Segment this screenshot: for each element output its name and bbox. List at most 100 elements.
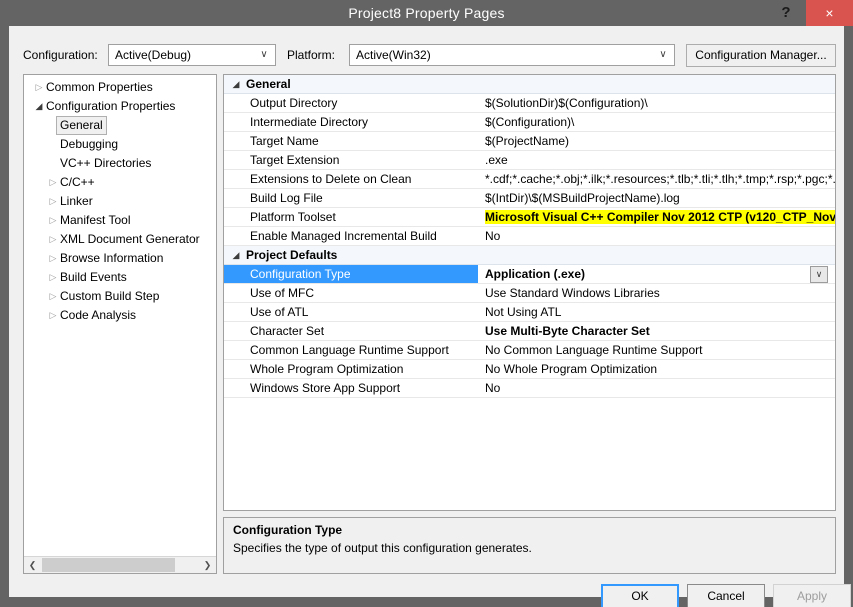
property-name: Enable Managed Incremental Build bbox=[224, 227, 478, 245]
property-value[interactable]: .exe bbox=[478, 151, 835, 169]
triangle-right-icon[interactable]: ▷ bbox=[46, 173, 60, 192]
property-row[interactable]: Enable Managed Incremental BuildNo bbox=[224, 227, 835, 246]
configuration-bar: Configuration: Active(Debug) ∨ Platform:… bbox=[9, 26, 844, 70]
triangle-down-icon[interactable]: ◢ bbox=[32, 97, 46, 116]
triangle-right-icon[interactable]: ▷ bbox=[46, 230, 60, 249]
tree-indent bbox=[24, 99, 32, 113]
property-name: Extensions to Delete on Clean bbox=[224, 170, 478, 188]
triangle-down-icon[interactable]: ◢ bbox=[230, 75, 242, 94]
property-row[interactable]: Use of ATLNot Using ATL bbox=[224, 303, 835, 322]
sidebar-item-label: Code Analysis bbox=[60, 306, 136, 325]
tree-indent bbox=[24, 232, 46, 246]
property-value[interactable]: Use Standard Windows Libraries bbox=[478, 284, 835, 302]
property-row[interactable]: Windows Store App SupportNo bbox=[224, 379, 835, 398]
property-row[interactable]: Configuration TypeApplication (.exe)∨ bbox=[224, 265, 835, 284]
property-row[interactable]: Intermediate Directory$(Configuration)\ bbox=[224, 113, 835, 132]
property-row[interactable]: Use of MFCUse Standard Windows Libraries bbox=[224, 284, 835, 303]
ok-button[interactable]: OK bbox=[601, 584, 679, 607]
property-row[interactable]: Build Log File$(IntDir)\$(MSBuildProject… bbox=[224, 189, 835, 208]
property-value-highlighted: Microsoft Visual C++ Compiler Nov 2012 C… bbox=[485, 210, 835, 224]
triangle-right-icon[interactable]: ▷ bbox=[46, 306, 60, 325]
triangle-right-icon[interactable]: ▷ bbox=[46, 192, 60, 211]
property-value[interactable]: Use Multi-Byte Character Set bbox=[478, 322, 835, 340]
sidebar-item-custom-build-step[interactable]: ▷Custom Build Step bbox=[24, 287, 216, 306]
sidebar-item-code-analysis[interactable]: ▷Code Analysis bbox=[24, 306, 216, 325]
tree-indent bbox=[24, 175, 46, 189]
sidebar-item-general[interactable]: ·General bbox=[24, 116, 216, 135]
property-group-header[interactable]: ◢Project Defaults bbox=[224, 246, 835, 265]
property-value[interactable]: No bbox=[478, 379, 835, 397]
description-panel: Configuration Type Specifies the type of… bbox=[223, 517, 836, 574]
chevron-down-icon: ∨ bbox=[656, 45, 670, 65]
property-row[interactable]: Target Extension.exe bbox=[224, 151, 835, 170]
property-name: Platform Toolset bbox=[224, 208, 478, 226]
property-name: Target Extension bbox=[224, 151, 478, 169]
platform-label: Platform: bbox=[287, 48, 335, 62]
property-value[interactable]: Application (.exe) bbox=[478, 265, 835, 283]
sidebar-item-label: Debugging bbox=[60, 135, 118, 154]
property-value[interactable]: Microsoft Visual C++ Compiler Nov 2012 C… bbox=[478, 208, 835, 226]
property-value[interactable]: $(ProjectName) bbox=[478, 132, 835, 150]
cancel-button[interactable]: Cancel bbox=[687, 584, 765, 607]
triangle-right-icon[interactable]: ▷ bbox=[46, 287, 60, 306]
close-icon[interactable]: × bbox=[806, 0, 853, 26]
title-bar: Project8 Property Pages ? × bbox=[0, 0, 853, 26]
scroll-left-icon[interactable]: ❮ bbox=[24, 557, 41, 573]
chevron-down-icon: ∨ bbox=[257, 45, 271, 65]
sidebar-item-browse-information[interactable]: ▷Browse Information bbox=[24, 249, 216, 268]
apply-button[interactable]: Apply bbox=[773, 584, 851, 607]
triangle-right-icon[interactable]: ▷ bbox=[46, 211, 60, 230]
property-row[interactable]: Output Directory$(SolutionDir)$(Configur… bbox=[224, 94, 835, 113]
property-name: Target Name bbox=[224, 132, 478, 150]
sidebar-item-common-properties[interactable]: ▷Common Properties bbox=[24, 78, 216, 97]
tree-indent bbox=[24, 156, 46, 170]
triangle-right-icon[interactable]: ▷ bbox=[32, 78, 46, 97]
platform-combobox-value: Active(Win32) bbox=[356, 45, 431, 65]
scrollbar-thumb[interactable] bbox=[42, 558, 175, 572]
property-row[interactable]: Character SetUse Multi-Byte Character Se… bbox=[224, 322, 835, 341]
property-row[interactable]: Whole Program OptimizationNo Whole Progr… bbox=[224, 360, 835, 379]
property-group-header[interactable]: ◢General bbox=[224, 75, 835, 94]
property-value[interactable]: *.cdf;*.cache;*.obj;*.ilk;*.resources;*.… bbox=[478, 170, 835, 188]
property-value[interactable]: No Common Language Runtime Support bbox=[478, 341, 835, 359]
configuration-combobox[interactable]: Active(Debug) ∨ bbox=[108, 44, 276, 66]
property-row[interactable]: Common Language Runtime SupportNo Common… bbox=[224, 341, 835, 360]
triangle-down-icon[interactable]: ◢ bbox=[230, 246, 242, 265]
property-value[interactable]: Not Using ATL bbox=[478, 303, 835, 321]
tree-indent bbox=[24, 213, 46, 227]
property-value[interactable]: $(Configuration)\ bbox=[478, 113, 835, 131]
property-row[interactable]: Platform Toolset Microsoft Visual C++ Com… bbox=[224, 208, 835, 227]
sidebar-item-build-events[interactable]: ▷Build Events bbox=[24, 268, 216, 287]
sidebar-item-linker[interactable]: ▷Linker bbox=[24, 192, 216, 211]
tree-indent bbox=[24, 251, 46, 265]
triangle-right-icon[interactable]: ▷ bbox=[46, 249, 60, 268]
property-name: Character Set bbox=[224, 322, 478, 340]
dialog-client-area: Configuration: Active(Debug) ∨ Platform:… bbox=[9, 26, 844, 597]
triangle-right-icon[interactable]: ▷ bbox=[46, 268, 60, 287]
sidebar-item-label: Browse Information bbox=[60, 249, 163, 268]
properties-tree-panel: ▷Common Properties◢Configuration Propert… bbox=[23, 74, 217, 574]
help-icon[interactable]: ? bbox=[766, 0, 806, 26]
sidebar-item-label: Build Events bbox=[60, 268, 127, 287]
scroll-right-icon[interactable]: ❯ bbox=[199, 557, 216, 573]
property-name: Build Log File bbox=[224, 189, 478, 207]
property-row[interactable]: Extensions to Delete on Clean*.cdf;*.cac… bbox=[224, 170, 835, 189]
platform-combobox[interactable]: Active(Win32) ∨ bbox=[349, 44, 675, 66]
sidebar-item-label: Common Properties bbox=[46, 78, 153, 97]
sidebar-item-configuration-properties[interactable]: ◢Configuration Properties bbox=[24, 97, 216, 116]
sidebar-item-manifest-tool[interactable]: ▷Manifest Tool bbox=[24, 211, 216, 230]
tree-indent bbox=[24, 194, 46, 208]
property-value[interactable]: $(IntDir)\$(MSBuildProjectName).log bbox=[478, 189, 835, 207]
property-value[interactable]: No bbox=[478, 227, 835, 245]
property-value[interactable]: $(SolutionDir)$(Configuration)\ bbox=[478, 94, 835, 112]
configuration-manager-button[interactable]: Configuration Manager... bbox=[686, 44, 836, 67]
sidebar-item-debugging[interactable]: ·Debugging bbox=[24, 135, 216, 154]
property-value[interactable]: No Whole Program Optimization bbox=[478, 360, 835, 378]
property-grid: ◢GeneralOutput Directory$(SolutionDir)$(… bbox=[224, 75, 835, 398]
sidebar-item-c-c[interactable]: ▷C/C++ bbox=[24, 173, 216, 192]
tree-horizontal-scrollbar[interactable]: ❮ ❯ bbox=[24, 556, 216, 573]
chevron-down-icon[interactable]: ∨ bbox=[810, 266, 828, 283]
sidebar-item-vc-directories[interactable]: ·VC++ Directories bbox=[24, 154, 216, 173]
sidebar-item-xml-document-generator[interactable]: ▷XML Document Generator bbox=[24, 230, 216, 249]
property-row[interactable]: Target Name$(ProjectName) bbox=[224, 132, 835, 151]
